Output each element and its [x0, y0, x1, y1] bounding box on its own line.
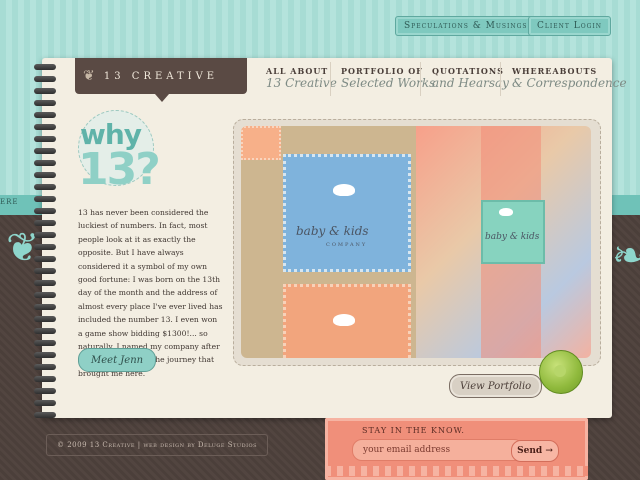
send-button[interactable]: Send →: [511, 440, 559, 462]
spiral-ring: [34, 208, 56, 214]
portfolio-image[interactable]: baby & kids COMPANY baby & kids: [241, 126, 591, 358]
spiral-ring: [34, 280, 56, 286]
spiral-ring: [34, 136, 56, 142]
spiral-ring: [34, 172, 56, 178]
spiral-ring: [34, 340, 56, 346]
logo-text: 13 CREATIVE: [103, 70, 219, 82]
spiral-ring: [34, 316, 56, 322]
spiral-ring: [34, 364, 56, 370]
spiral-ring: [34, 100, 56, 106]
nav-item-label-bottom: 13 Creative: [266, 76, 337, 90]
spiral-ring: [34, 88, 56, 94]
spiral-ring: [34, 184, 56, 190]
spiral-ring: [34, 232, 56, 238]
footer-credit: © 2009 13 Creative | web design by Delug…: [46, 434, 269, 456]
seal-emblem: [554, 365, 566, 377]
left-edge-text: ERE: [0, 198, 19, 206]
spiral-ring: [34, 400, 56, 406]
nav-divider: [420, 62, 421, 96]
spiral-ring: [34, 292, 56, 298]
spiral-ring: [34, 304, 56, 310]
spiral-ring: [34, 220, 56, 226]
nav-item-whereabouts[interactable]: WHEREABOUTS & Correspondence: [512, 66, 627, 90]
tag-blue: [283, 154, 411, 272]
spiral-binding: [34, 60, 56, 420]
client-login-link[interactable]: Client Login: [528, 16, 612, 36]
nav-item-label-top: WHEREABOUTS: [512, 66, 598, 76]
nav-item-label-bottom: and Hearsay: [432, 76, 509, 90]
meet-jenn-button[interactable]: Meet Jenn: [78, 348, 157, 372]
view-portfolio-button[interactable]: View Portfolio: [449, 374, 543, 398]
spiral-ring: [34, 352, 56, 358]
email-field[interactable]: [352, 439, 524, 461]
signup-label: STAY IN THE KNOW.: [362, 426, 465, 435]
speculations-link[interactable]: Speculations & Musings: [395, 16, 537, 36]
spiral-ring: [34, 256, 56, 262]
nav-divider: [330, 62, 331, 96]
spiral-ring: [34, 412, 56, 418]
spiral-ring: [34, 268, 56, 274]
spiral-ring: [34, 388, 56, 394]
spiral-ring: [34, 148, 56, 154]
swirl-ornament-right: ❧: [612, 233, 640, 279]
brand-sub: COMPANY: [326, 242, 368, 248]
spiral-ring: [34, 112, 56, 118]
thirteen-heading: 13?: [78, 144, 161, 195]
scallop-border: [325, 466, 588, 476]
spiral-ring: [34, 244, 56, 250]
logo[interactable]: ❦ 13 CREATIVE: [75, 58, 247, 102]
spiral-ring: [34, 196, 56, 202]
spiral-ring: [34, 376, 56, 382]
nav-item-label-top: PORTFOLIO OF: [341, 66, 423, 76]
brand-text-small: baby & kids: [485, 232, 540, 242]
nav-divider: [500, 62, 501, 96]
spiral-ring: [34, 160, 56, 166]
nav-item-label-bottom: Selected Works: [341, 76, 436, 90]
spiral-ring: [34, 76, 56, 82]
bird-icon: [333, 314, 355, 326]
nav-item-label-top: ALL ABOUT: [266, 66, 329, 76]
nav-item-label-bottom: & Correspondence: [512, 76, 627, 90]
nav-item-quotations[interactable]: QUOTATIONS and Hearsay: [432, 66, 509, 90]
nav-item-about[interactable]: ALL ABOUT 13 Creative: [266, 66, 337, 90]
tag-peach: [241, 126, 281, 160]
nav-item-portfolio[interactable]: PORTFOLIO OF Selected Works: [341, 66, 435, 90]
spiral-ring: [34, 328, 56, 334]
spiral-ring: [34, 124, 56, 130]
spiral-ring: [34, 64, 56, 70]
bird-icon: [499, 208, 513, 216]
flourish-icon: ❦: [83, 68, 99, 84]
bird-icon: [333, 184, 355, 196]
brand-text: baby & kids: [296, 224, 369, 238]
nav-item-label-top: QUOTATIONS: [432, 66, 504, 76]
